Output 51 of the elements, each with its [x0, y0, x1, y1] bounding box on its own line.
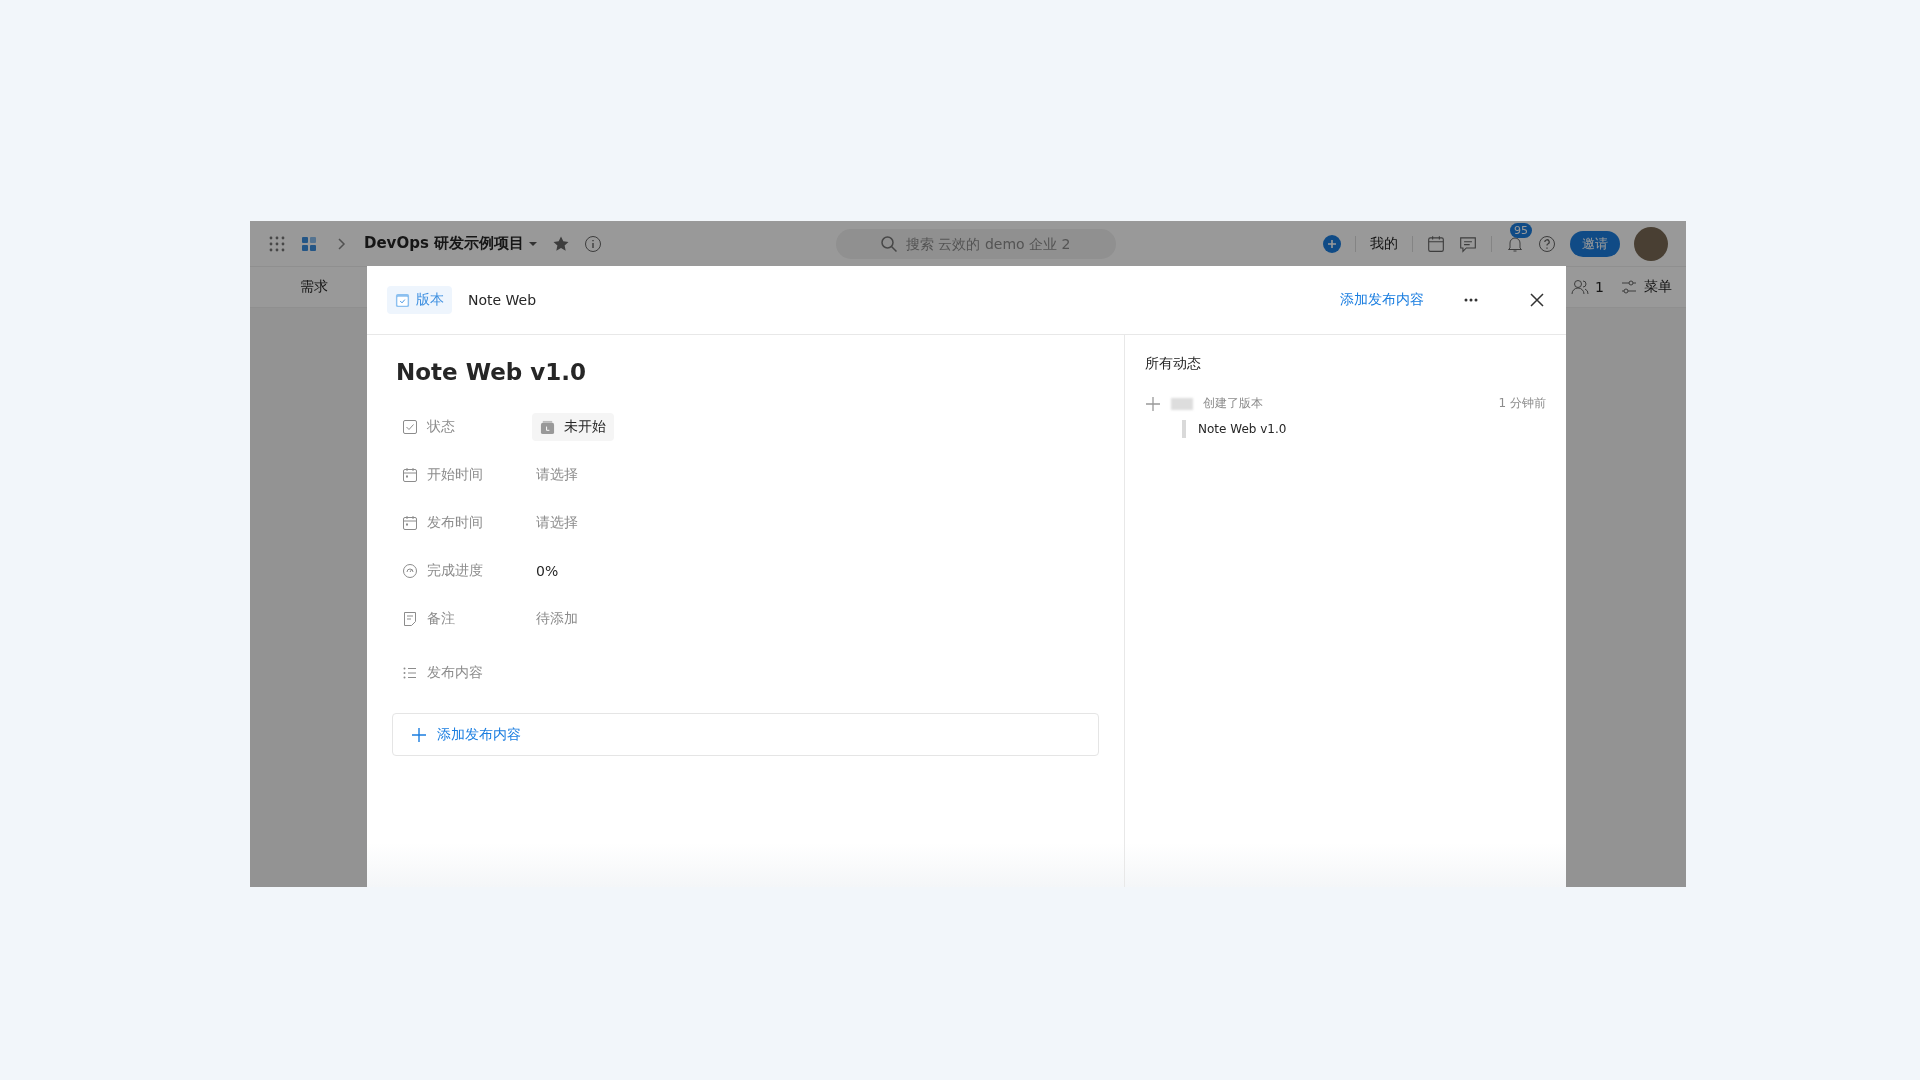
- calendar-icon: [402, 515, 418, 531]
- members-icon[interactable]: [1571, 278, 1590, 296]
- project-icon[interactable]: [300, 234, 318, 253]
- close-icon[interactable]: [1528, 291, 1546, 309]
- apps-grid-icon[interactable]: [268, 234, 286, 253]
- field-label: 完成进度: [427, 562, 484, 580]
- menu-link[interactable]: 菜单: [1644, 278, 1672, 296]
- field-placeholder[interactable]: 请选择: [536, 514, 578, 532]
- field-label: 状态: [427, 418, 456, 436]
- field-value: 0%: [536, 563, 559, 579]
- activity-detail: Note Web v1.0: [1198, 422, 1287, 436]
- invite-button[interactable]: 邀请: [1570, 230, 1620, 257]
- plus-icon: [411, 726, 427, 743]
- activity-title: 所有动态: [1145, 355, 1202, 373]
- quote-bar: [1182, 420, 1186, 438]
- field-label: 发布时间: [427, 514, 484, 532]
- chat-icon[interactable]: [1459, 234, 1477, 253]
- activity-time: 1 分钟前: [1498, 395, 1546, 412]
- project-name[interactable]: DevOps 研发示例项目: [364, 234, 525, 253]
- info-icon[interactable]: [584, 234, 603, 253]
- field-label: 备注: [427, 610, 456, 628]
- add-content-button[interactable]: 添加发布内容: [392, 713, 1099, 756]
- checkbox-icon: [402, 419, 418, 435]
- add-icon[interactable]: [1323, 234, 1341, 253]
- add-content-link[interactable]: 添加发布内容: [1340, 291, 1424, 309]
- gauge-icon: [402, 563, 418, 579]
- mine-link[interactable]: 我的: [1370, 234, 1398, 253]
- user-avatar[interactable]: [1634, 226, 1668, 261]
- notification-badge: 95: [1510, 222, 1532, 238]
- search-field[interactable]: 搜索 云效的 demo 企业 2: [836, 228, 1117, 259]
- field-label: 开始时间: [427, 466, 484, 484]
- activity-text: 创建了版本: [1203, 395, 1263, 412]
- help-icon[interactable]: [1538, 234, 1556, 253]
- version-icon: [395, 292, 410, 308]
- list-icon: [402, 665, 418, 681]
- field-placeholder[interactable]: 请选择: [536, 466, 578, 484]
- sliders-icon[interactable]: [1620, 278, 1638, 296]
- calendar-icon[interactable]: [1427, 234, 1445, 253]
- status-pill[interactable]: 未开始: [532, 413, 614, 441]
- members-count[interactable]: 1: [1595, 279, 1604, 295]
- calendar-icon: [402, 467, 418, 483]
- redacted-name: [1171, 397, 1193, 410]
- plus-icon: [1145, 395, 1161, 412]
- version-tag: 版本: [387, 286, 452, 314]
- status-icon: [540, 419, 555, 435]
- field-placeholder[interactable]: 待添加: [536, 610, 578, 628]
- version-title: Note Web v1.0: [396, 359, 587, 385]
- field-label: 发布内容: [427, 664, 484, 682]
- nav-tab[interactable]: 需求: [300, 278, 328, 296]
- breadcrumb[interactable]: Note Web: [468, 292, 537, 308]
- note-icon: [402, 611, 418, 627]
